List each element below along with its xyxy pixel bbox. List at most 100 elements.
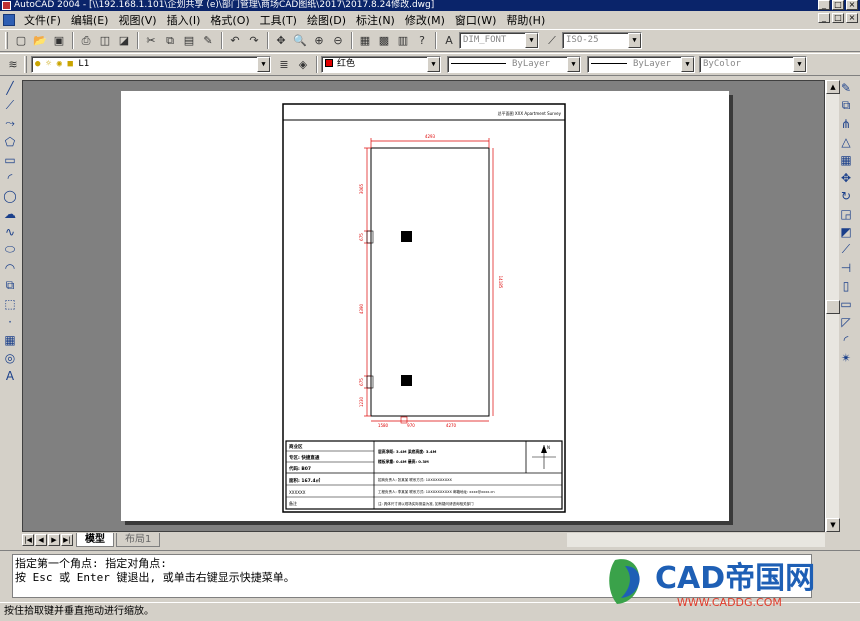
mirror-icon[interactable]: ⋔ [837, 115, 855, 132]
ellipse-arc-icon[interactable]: ◠ [1, 259, 19, 276]
dim-style-icon[interactable]: ⟋ [543, 32, 561, 50]
window-minimize-button[interactable]: _ [818, 0, 830, 10]
color-combo[interactable]: 红色 ▼ [321, 56, 441, 73]
plotstyle-combo[interactable]: ByColor ▼ [699, 56, 807, 73]
polygon-icon[interactable]: ⬠ [1, 133, 19, 150]
revision-cloud-icon[interactable]: ☁ [1, 205, 19, 222]
cut-icon[interactable]: ✂ [142, 32, 160, 50]
open-file-icon[interactable]: 📂 [31, 32, 49, 50]
new-file-icon[interactable]: ▢ [12, 32, 30, 50]
make-current-layer-icon[interactable]: ≣ [275, 56, 293, 74]
menu-file[interactable]: 文件(F) [19, 12, 66, 28]
menu-insert[interactable]: 插入(I) [162, 12, 206, 28]
tab-model[interactable]: 模型 [76, 533, 114, 547]
toolbar-grip[interactable] [24, 56, 27, 73]
chevron-down-icon[interactable]: ▼ [793, 57, 806, 72]
break-icon[interactable]: ▯ [837, 277, 855, 294]
erase-icon[interactable]: ✎ [837, 79, 855, 96]
properties-icon[interactable]: ▦ [356, 32, 374, 50]
window-close-button[interactable]: × [846, 0, 858, 10]
text-style-icon[interactable]: A [440, 32, 458, 50]
trim-icon[interactable]: ⟋ [837, 241, 855, 258]
publish-icon[interactable]: ◪ [115, 32, 133, 50]
menu-help[interactable]: 帮助(H) [501, 12, 550, 28]
fillet-icon[interactable]: ◜ [837, 331, 855, 348]
paste-icon[interactable]: ▤ [180, 32, 198, 50]
chevron-down-icon[interactable]: ▼ [567, 57, 580, 72]
last-tab-icon[interactable]: ▶| [61, 534, 73, 546]
menu-window[interactable]: 窗口(W) [450, 12, 501, 28]
join-icon[interactable]: ▭ [837, 295, 855, 312]
chevron-down-icon[interactable]: ▼ [681, 57, 694, 72]
layer-combo[interactable]: ● ☼ ◉ ■ L1 ▼ [31, 56, 271, 73]
document-icon[interactable] [3, 13, 15, 26]
linetype-combo[interactable]: ByLayer ▼ [447, 56, 581, 73]
doc-minimize-button[interactable]: _ [818, 13, 830, 23]
save-icon[interactable]: ▣ [50, 32, 68, 50]
menu-view[interactable]: 视图(V) [113, 12, 161, 28]
stretch-icon[interactable]: ◩ [837, 223, 855, 240]
menu-modify[interactable]: 修改(M) [400, 12, 450, 28]
construction-line-icon[interactable]: ⟋ [1, 97, 19, 114]
tab-layout1[interactable]: 布局1 [116, 533, 161, 547]
menu-format[interactable]: 格式(O) [205, 12, 254, 28]
copy-object-icon[interactable]: ⧉ [837, 97, 855, 114]
array-icon[interactable]: ▦ [837, 151, 855, 168]
zoom-realtime-icon[interactable]: 🔍 [291, 32, 309, 50]
insert-block-icon[interactable]: ⧉ [1, 277, 19, 294]
move-icon[interactable]: ✥ [837, 169, 855, 186]
zoom-previous-icon[interactable]: ⊖ [329, 32, 347, 50]
help-icon[interactable]: ? [413, 32, 431, 50]
pan-icon[interactable]: ✥ [272, 32, 290, 50]
menu-dimension[interactable]: 标注(N) [351, 12, 400, 28]
doc-close-button[interactable]: × [846, 13, 858, 23]
explode-icon[interactable]: ✴ [837, 349, 855, 366]
tool-palettes-icon[interactable]: ▥ [394, 32, 412, 50]
chevron-down-icon[interactable]: ▼ [628, 33, 641, 48]
extend-icon[interactable]: ⊣ [837, 259, 855, 276]
undo-icon[interactable]: ↶ [226, 32, 244, 50]
ellipse-icon[interactable]: ⬭ [1, 241, 19, 258]
dim-style-combo[interactable]: ISO-25 ▼ [562, 32, 642, 49]
match-properties-icon[interactable]: ✎ [199, 32, 217, 50]
zoom-window-icon[interactable]: ⊕ [310, 32, 328, 50]
rotate-icon[interactable]: ↻ [837, 187, 855, 204]
layer-manager-icon[interactable]: ≋ [4, 56, 22, 74]
offset-icon[interactable]: △ [837, 133, 855, 150]
next-tab-icon[interactable]: ▶ [48, 534, 60, 546]
hatch-icon[interactable]: ▦ [1, 331, 19, 348]
paper-layout-sheet[interactable]: 总平面图 XXX Apartment Survey 4293 14185 306… [121, 91, 729, 521]
menu-tools[interactable]: 工具(T) [255, 12, 302, 28]
layer-previous-icon[interactable]: ◈ [294, 56, 312, 74]
redo-icon[interactable]: ↷ [245, 32, 263, 50]
lineweight-combo[interactable]: ByLayer ▼ [587, 56, 695, 73]
multiline-text-icon[interactable]: A [1, 367, 19, 384]
prev-tab-icon[interactable]: ◀ [35, 534, 47, 546]
polyline-icon[interactable]: ⤳ [1, 115, 19, 132]
doc-restore-button[interactable]: □ [832, 13, 844, 23]
chevron-down-icon[interactable]: ▼ [525, 33, 538, 48]
spline-icon[interactable]: ∿ [1, 223, 19, 240]
menu-draw[interactable]: 绘图(D) [302, 12, 351, 28]
chamfer-icon[interactable]: ◸ [837, 313, 855, 330]
copy-icon[interactable]: ⧉ [161, 32, 179, 50]
toolbar-grip[interactable] [5, 32, 8, 49]
print-preview-icon[interactable]: ◫ [96, 32, 114, 50]
text-style-combo[interactable]: DIM_FONT ▼ [459, 32, 539, 49]
region-icon[interactable]: ◎ [1, 349, 19, 366]
make-block-icon[interactable]: ⬚ [1, 295, 19, 312]
chevron-down-icon[interactable]: ▼ [427, 57, 440, 72]
line-icon[interactable]: ╱ [1, 79, 19, 96]
arc-icon[interactable]: ◜ [1, 169, 19, 186]
rectangle-icon[interactable]: ▭ [1, 151, 19, 168]
circle-icon[interactable]: ◯ [1, 187, 19, 204]
autocad-app-icon[interactable] [2, 1, 11, 10]
menu-edit[interactable]: 编辑(E) [66, 12, 114, 28]
print-icon[interactable]: ⎙ [77, 32, 95, 50]
first-tab-icon[interactable]: |◀ [22, 534, 34, 546]
window-maximize-button[interactable]: □ [832, 0, 844, 10]
chevron-down-icon[interactable]: ▼ [257, 57, 270, 72]
scale-icon[interactable]: ◲ [837, 205, 855, 222]
drawing-viewport[interactable]: 总平面图 XXX Apartment Survey 4293 14185 306… [22, 80, 825, 532]
point-icon[interactable]: · [1, 313, 19, 330]
